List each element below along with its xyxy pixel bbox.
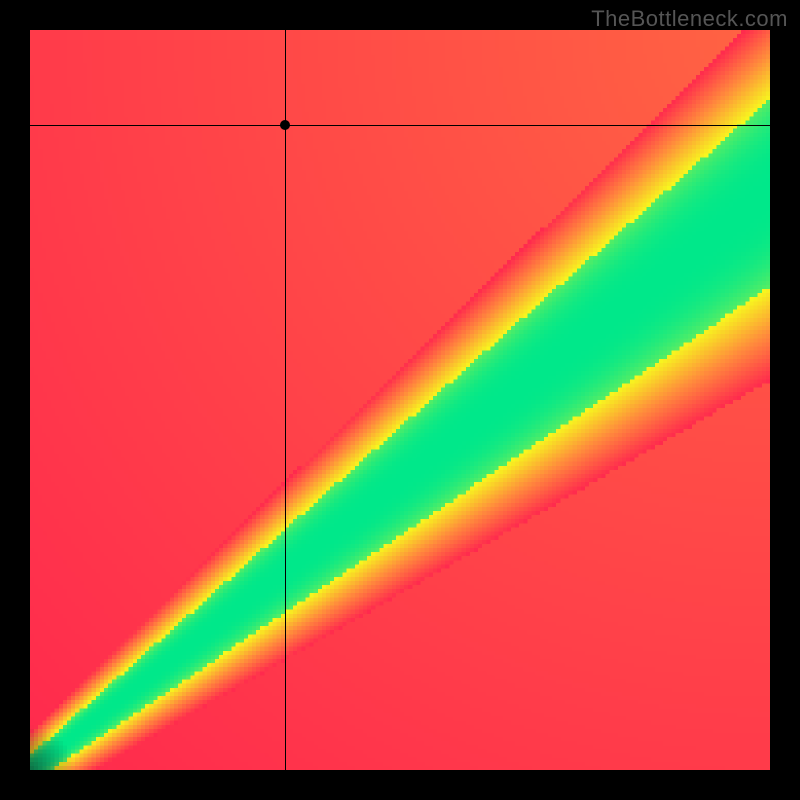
- plot-area: [30, 30, 770, 770]
- crosshair-horizontal: [30, 125, 770, 126]
- marker-dot: [280, 120, 290, 130]
- heatmap-canvas: [30, 30, 770, 770]
- watermark-text: TheBottleneck.com: [591, 6, 788, 32]
- crosshair-vertical: [285, 30, 286, 770]
- chart-container: TheBottleneck.com: [0, 0, 800, 800]
